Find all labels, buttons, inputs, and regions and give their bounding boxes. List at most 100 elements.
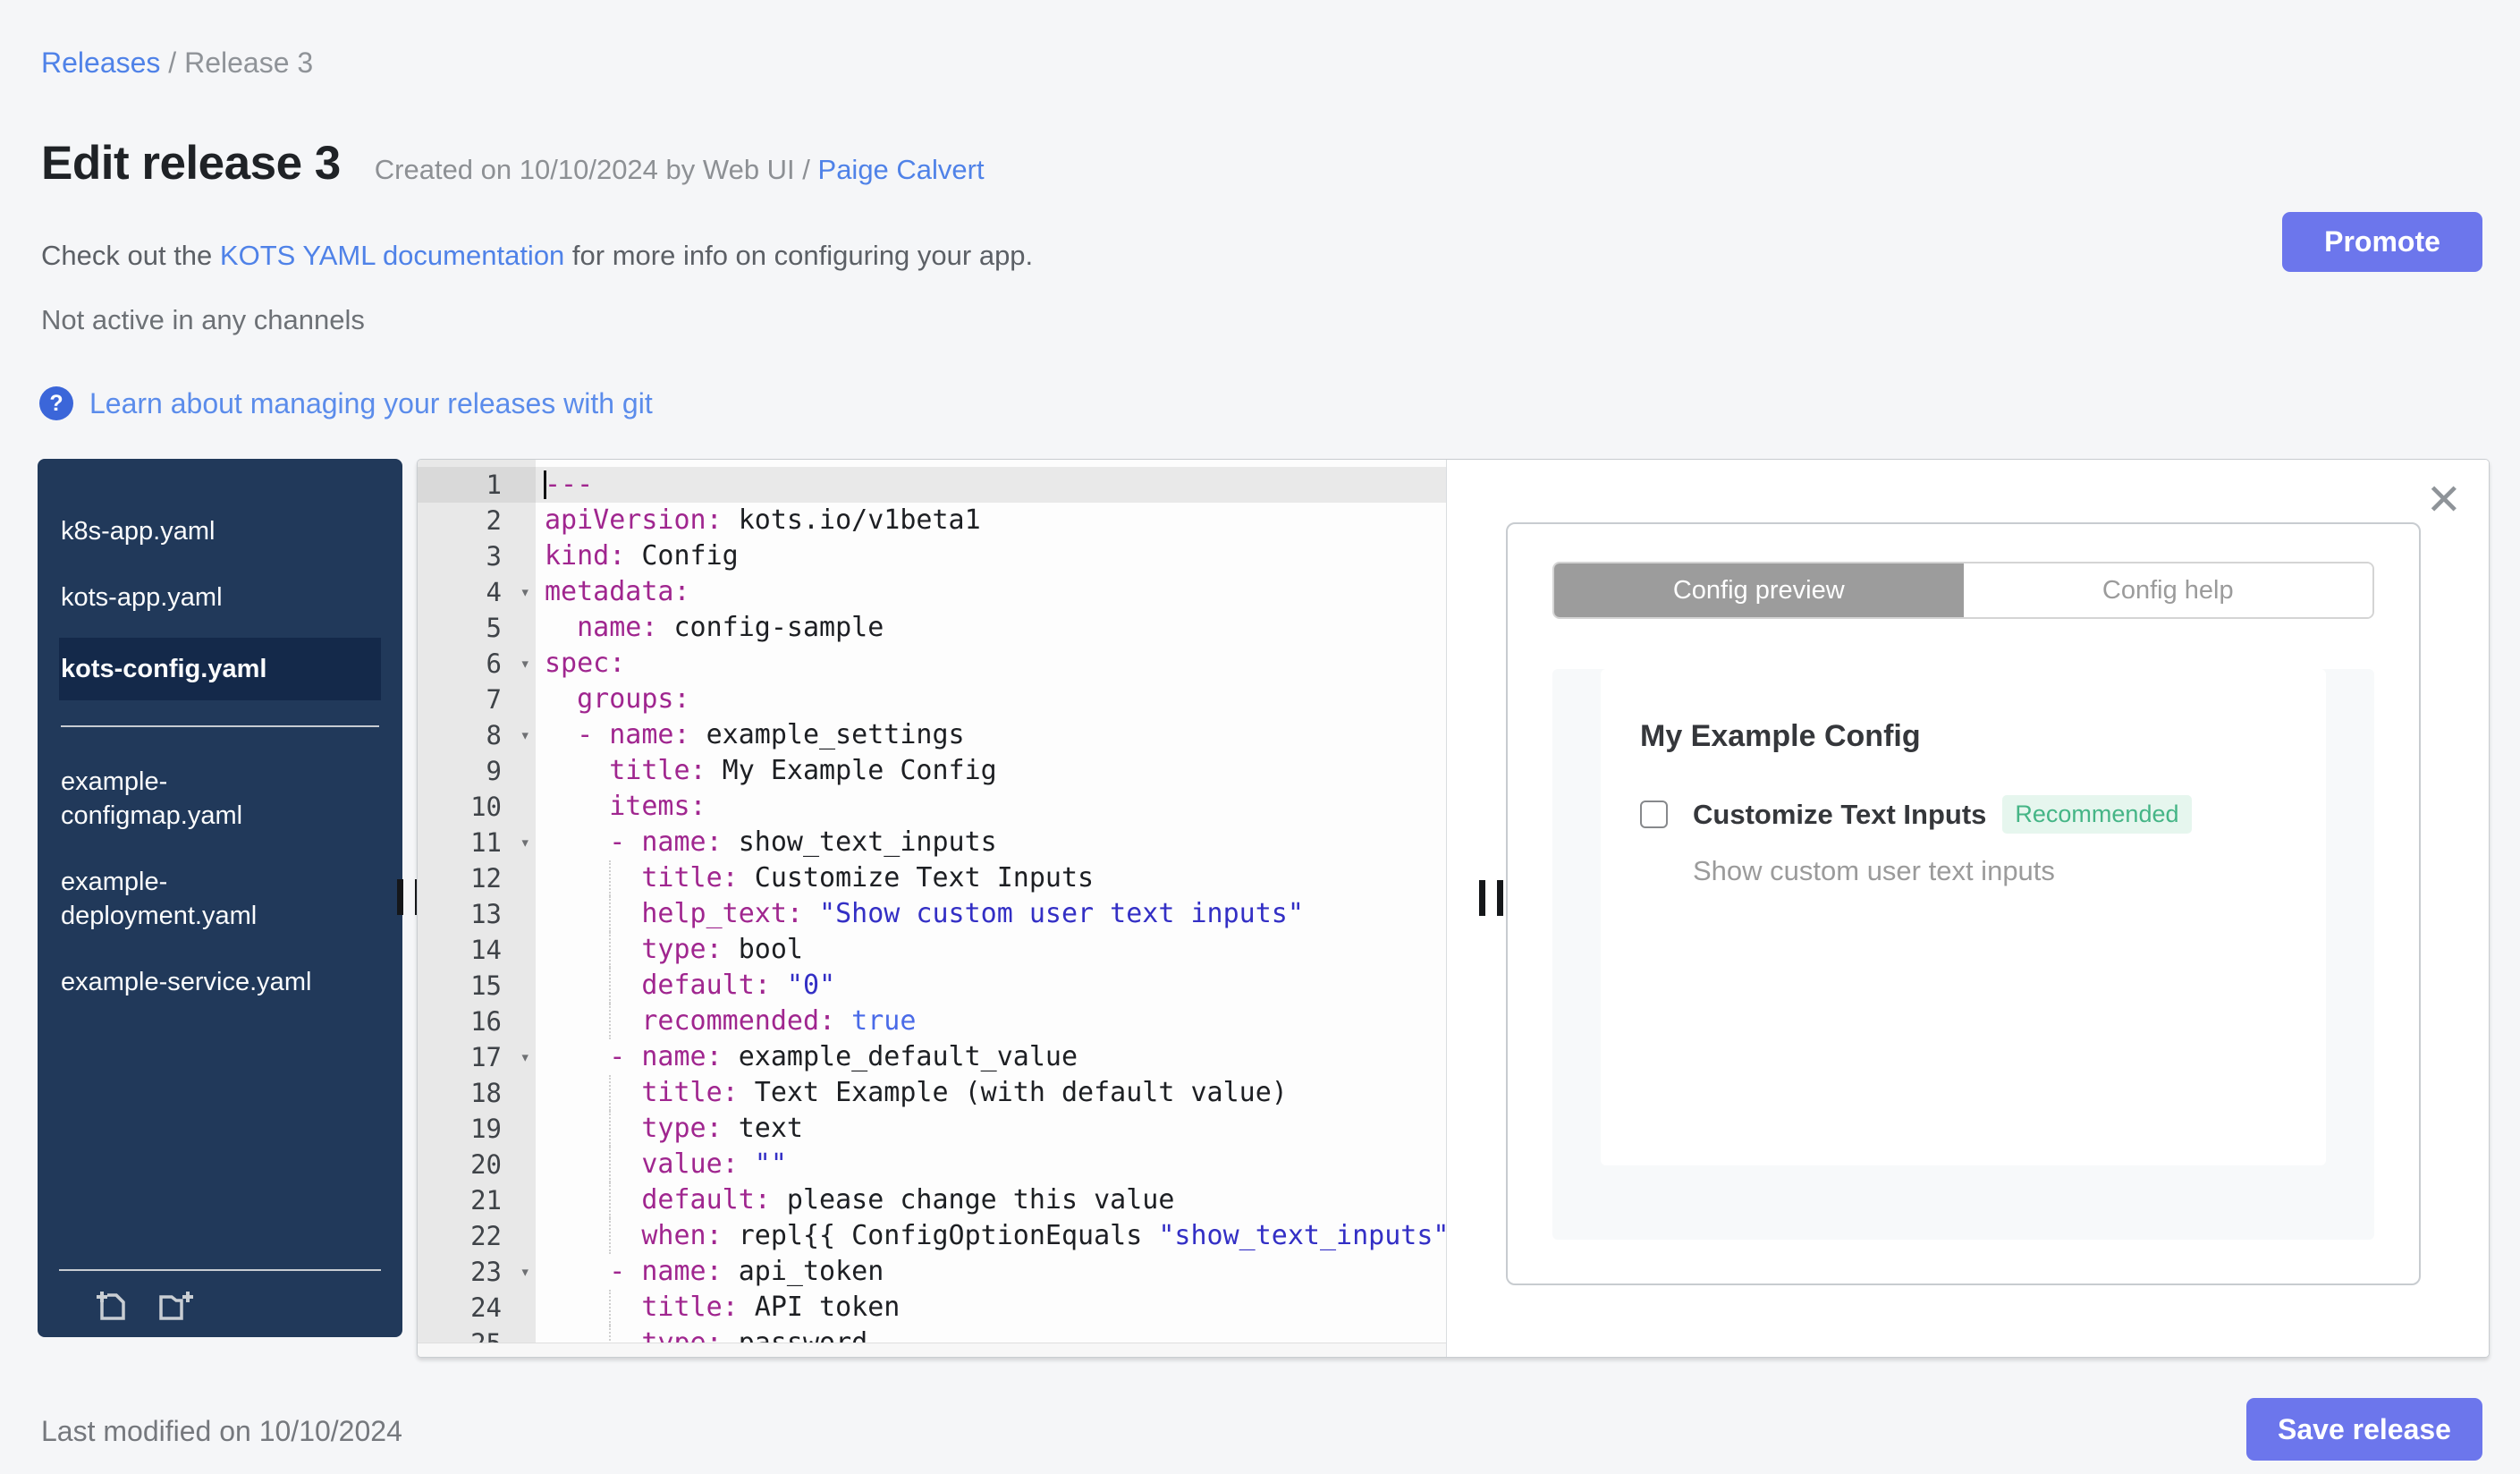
indent-guide xyxy=(609,1290,612,1326)
code-line-text: title: My Example Config xyxy=(609,755,997,786)
indent-guide xyxy=(609,932,612,968)
gutter-line-number: 7 xyxy=(418,682,536,717)
kots-yaml-doc-link[interactable]: KOTS YAML documentation xyxy=(220,240,564,271)
config-group-title: My Example Config xyxy=(1640,719,1921,753)
gutter-line-number: 14 xyxy=(418,932,536,968)
doc-prefix: Check out the xyxy=(41,240,220,271)
config-item-label: Customize Text Inputs xyxy=(1693,798,1987,830)
code-line-4: 4 ▾ metadata: xyxy=(418,574,1446,610)
last-modified-text: Last modified on 10/10/2024 xyxy=(41,1415,402,1447)
gutter-line-number: 20 xyxy=(418,1147,536,1182)
sidebar-item-kots-app.yaml[interactable]: kots-app.yaml xyxy=(59,572,338,623)
gutter-line-number: 12 xyxy=(418,860,536,896)
code-line-13: 13 help_text: "Show custom user text inp… xyxy=(418,896,1446,932)
close-icon[interactable]: ✕ xyxy=(2426,479,2462,522)
code-line-text: - name: example_settings xyxy=(577,719,965,750)
fold-arrow-icon[interactable]: ▾ xyxy=(520,1039,530,1075)
code-line-text: - name: example_default_value xyxy=(609,1041,1078,1072)
code-line-16: 16 recommended: true xyxy=(418,1004,1446,1039)
gutter-line-number: 5 xyxy=(418,610,536,646)
new-folder-button[interactable] xyxy=(156,1284,197,1326)
code-line-10: 10 items: xyxy=(418,789,1446,825)
code-line-7: 7 groups: xyxy=(418,682,1446,717)
config-item-row: Customize Text Inputs Recommended xyxy=(1640,795,2287,834)
code-line-text: spec: xyxy=(545,648,626,679)
fold-arrow-icon[interactable]: ▾ xyxy=(520,574,530,610)
code-line-text: name: config-sample xyxy=(577,612,884,643)
code-line-text: kind: Config xyxy=(545,540,739,572)
sidebar-item-example-deployment.yaml[interactable]: example-deployment.yaml xyxy=(59,856,338,942)
sidebar-item-example-service.yaml[interactable]: example-service.yaml xyxy=(59,956,338,1008)
code-line-1: 1 --- xyxy=(418,467,1446,503)
tab-config-preview[interactable]: Config preview xyxy=(1554,563,1964,617)
code-line-text: type: bool xyxy=(536,932,1446,968)
gutter-line-number: 23 ▾ xyxy=(418,1254,536,1290)
breadcrumb-releases-link[interactable]: Releases xyxy=(41,47,160,79)
code-line-3: 3 kind: Config xyxy=(418,538,1446,574)
indent-guide xyxy=(609,896,612,932)
preview-card: Config preview Config help My Example Con… xyxy=(1506,522,2421,1285)
code-line-text: title: Customize Text Inputs xyxy=(536,860,1446,896)
sidebar-item-kots-config.yaml[interactable]: kots-config.yaml xyxy=(59,638,381,700)
new-file-button[interactable] xyxy=(93,1284,132,1326)
code-line-21: 21 default: please change this value xyxy=(418,1182,1446,1218)
fold-arrow-icon[interactable]: ▾ xyxy=(520,825,530,860)
indent-guide xyxy=(609,860,612,896)
fold-arrow-icon[interactable]: ▾ xyxy=(520,646,530,682)
save-release-button[interactable]: Save release xyxy=(2246,1398,2482,1461)
code-line-text: - name: api_token xyxy=(609,1256,884,1287)
code-line-20: 20 value: "" xyxy=(418,1147,1446,1182)
sidebar-item-k8s-app.yaml[interactable]: k8s-app.yaml xyxy=(59,505,338,557)
customize-text-inputs-checkbox[interactable] xyxy=(1640,801,1668,828)
git-releases-link[interactable]: Learn about managing your releases with … xyxy=(89,387,653,420)
gutter-line-number: 25 xyxy=(418,1326,536,1343)
code-rows[interactable]: 1 --- 2 apiVersion: kots.io/v1beta1 3 kind: C… xyxy=(418,460,1446,1343)
tab-config-help[interactable]: Config help xyxy=(1963,563,2372,617)
code-line-24: 24 title: API token xyxy=(418,1290,1446,1326)
gutter-line-number: 15 xyxy=(418,968,536,1004)
code-line-23: 23 ▾ - name: api_token xyxy=(418,1254,1446,1290)
git-help-row: ? Learn about managing your releases wit… xyxy=(39,386,653,420)
gutter-line-number: 1 xyxy=(418,467,536,503)
new-folder-icon xyxy=(159,1292,193,1320)
gutter-line-number: 21 xyxy=(418,1182,536,1218)
code-line-15: 15 default: "0" xyxy=(418,968,1446,1004)
code-line-text: - name: show_text_inputs xyxy=(609,826,997,858)
indent-guide xyxy=(609,1075,612,1111)
question-mark-icon[interactable]: ? xyxy=(39,386,73,420)
created-line: Created on 10/10/2024 by Web UI / Paige … xyxy=(375,154,985,186)
gutter-line-number: 22 xyxy=(418,1218,536,1254)
fold-arrow-icon[interactable]: ▾ xyxy=(520,717,530,753)
gutter-line-number: 2 xyxy=(418,503,536,538)
gutter-line-number: 10 xyxy=(418,789,536,825)
config-preview-area: My Example Config Customize Text Inputs … xyxy=(1552,669,2374,1240)
indent-guide xyxy=(609,968,612,1004)
gutter-line-number: 19 xyxy=(418,1111,536,1147)
gutter-line-number: 18 xyxy=(418,1075,536,1111)
code-line-8: 8 ▾ - name: example_settings xyxy=(418,717,1446,753)
promote-button[interactable]: Promote xyxy=(2282,212,2482,272)
file-sidebar: k8s-app.yaml kots-app.yaml kots-config.yam… xyxy=(38,459,402,1337)
preview-resize-handle[interactable] xyxy=(1479,880,1503,916)
gutter-line-number: 17 ▾ xyxy=(418,1039,536,1075)
preview-tabs: Config preview Config help xyxy=(1552,562,2374,619)
recommended-badge: Recommended xyxy=(2002,795,2192,834)
code-line-text: groups: xyxy=(577,683,690,715)
code-line-25: 25 type: password xyxy=(418,1326,1446,1343)
code-line-text: --- xyxy=(536,467,1446,503)
author-link[interactable]: Paige Calvert xyxy=(818,154,985,185)
channel-status: Not active in any channels xyxy=(41,304,365,335)
sidebar-item-example-configmap.yaml[interactable]: example-configmap.yaml xyxy=(59,756,338,842)
code-line-text: title: API token xyxy=(536,1290,1446,1326)
gutter-line-number: 4 ▾ xyxy=(418,574,536,610)
code-line-text: default: "0" xyxy=(536,968,1446,1004)
sidebar-actions xyxy=(93,1284,197,1326)
indent-guide xyxy=(609,1111,612,1147)
horizontal-scrollbar[interactable] xyxy=(418,1343,1446,1357)
code-line-22: 22 when: repl{{ ConfigOptionEquals "show… xyxy=(418,1218,1446,1254)
code-line-text: apiVersion: kots.io/v1beta1 xyxy=(545,504,981,536)
file-list: k8s-app.yaml kots-app.yaml kots-config.yam… xyxy=(38,459,402,1008)
fold-arrow-icon[interactable]: ▾ xyxy=(520,1254,530,1290)
gutter-line-number: 8 ▾ xyxy=(418,717,536,753)
config-preview-panel: ✕ Config preview Config help My Example C… xyxy=(1446,460,2489,1357)
